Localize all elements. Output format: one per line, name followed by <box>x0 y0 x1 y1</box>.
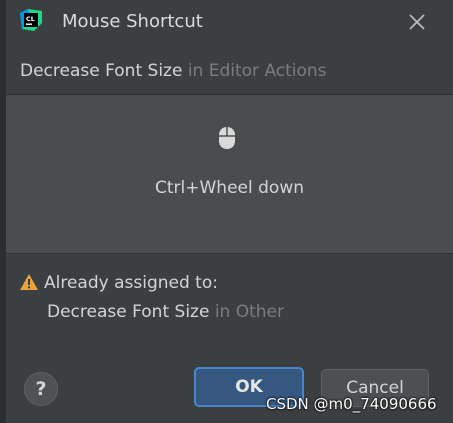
action-context: in Editor Actions <box>187 61 327 81</box>
close-icon[interactable] <box>404 9 430 35</box>
conflict-warning: Already assigned to: <box>20 273 218 293</box>
clion-app-icon: CL <box>20 9 42 31</box>
mouse-icon <box>219 127 235 149</box>
conflict-action-name: Decrease Font Size <box>47 302 210 322</box>
app-icon-label: CL <box>26 15 35 23</box>
dialog-title: Mouse Shortcut <box>62 11 203 32</box>
dialog-titlebar: CL Mouse Shortcut <box>6 0 453 46</box>
csdn-watermark: CSDN @m0_74090666 <box>266 395 437 413</box>
mouse-shortcut-dialog: CL Mouse Shortcut Decrease Font Size in … <box>6 0 453 423</box>
help-button[interactable]: ? <box>24 372 58 406</box>
shortcut-capture-panel[interactable]: Ctrl+Wheel down <box>6 94 453 254</box>
action-name: Decrease Font Size <box>20 61 183 81</box>
conflict-label: Already assigned to: <box>44 273 218 293</box>
warning-icon <box>20 274 38 290</box>
conflict-action: Decrease Font Size in Other <box>47 302 284 322</box>
action-description: Decrease Font Size in Editor Actions <box>20 61 327 81</box>
conflict-context: in Other <box>214 302 284 322</box>
shortcut-value: Ctrl+Wheel down <box>155 178 304 198</box>
